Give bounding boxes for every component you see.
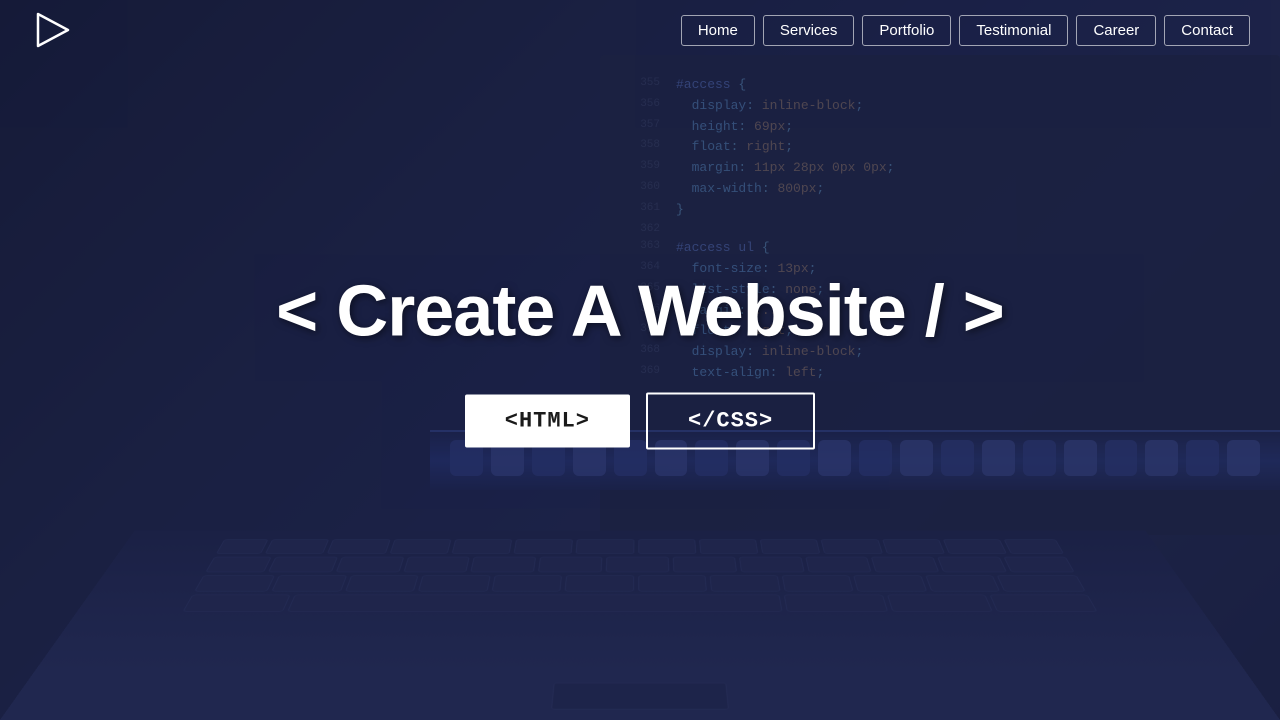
hero-section: 355#access { 356 display: inline-block; … xyxy=(0,0,1280,720)
nav-home[interactable]: Home xyxy=(681,15,755,46)
css-button[interactable]: </CSS> xyxy=(646,393,815,450)
nav-contact[interactable]: Contact xyxy=(1164,15,1250,46)
logo-icon xyxy=(30,8,74,52)
logo[interactable] xyxy=(30,8,74,52)
navbar: Home Services Portfolio Testimonial Care… xyxy=(0,0,1280,60)
hero-buttons: <HTML> </CSS> xyxy=(0,393,1280,450)
hero-content: < Create A Website / > <HTML> </CSS> xyxy=(0,271,1280,450)
nav-testimonial[interactable]: Testimonial xyxy=(959,15,1068,46)
hero-title: < Create A Website / > xyxy=(0,271,1280,353)
nav-services[interactable]: Services xyxy=(763,15,855,46)
nav-career[interactable]: Career xyxy=(1076,15,1156,46)
html-button[interactable]: <HTML> xyxy=(465,395,630,448)
nav-links: Home Services Portfolio Testimonial Care… xyxy=(681,15,1250,46)
nav-portfolio[interactable]: Portfolio xyxy=(862,15,951,46)
